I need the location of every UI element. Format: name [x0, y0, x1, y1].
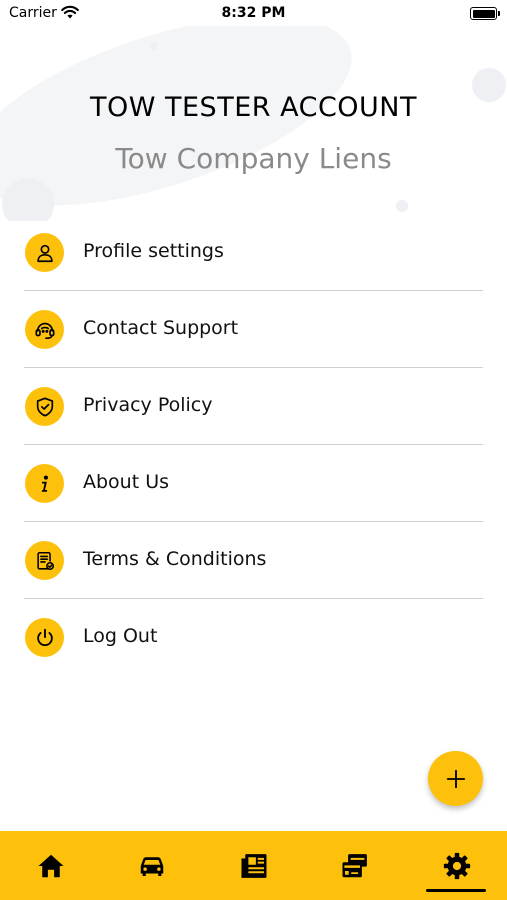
- headset-icon: [25, 310, 64, 349]
- plus-icon: [446, 769, 465, 788]
- menu-item-label: Log Out: [83, 625, 158, 647]
- header-bubble: [396, 200, 408, 212]
- tab-vehicles[interactable]: [101, 831, 202, 900]
- menu-item-label: Terms & Conditions: [83, 548, 267, 570]
- tab-payments[interactable]: [304, 831, 405, 900]
- active-tab-indicator: [426, 889, 486, 892]
- menu-item-about-us[interactable]: About Us: [24, 445, 483, 522]
- gear-icon: [443, 852, 470, 879]
- menu-item-profile-settings[interactable]: Profile settings: [24, 214, 483, 291]
- header-background-decoration: [0, 26, 374, 221]
- add-button[interactable]: [428, 751, 483, 806]
- menu-item-label: Profile settings: [83, 240, 224, 262]
- account-name: TOW TESTER ACCOUNT: [89, 92, 417, 123]
- user-icon: [25, 233, 64, 272]
- profile-header: TOW TESTER ACCOUNT Tow Company Liens: [0, 26, 507, 221]
- power-icon: [25, 618, 64, 657]
- header-bubble: [150, 42, 158, 50]
- status-bar: Carrier 8:32 PM: [0, 0, 507, 26]
- menu-item-label: Contact Support: [83, 317, 239, 339]
- bottom-tab-bar: [0, 831, 507, 900]
- payment-card-icon: [342, 853, 367, 877]
- shield-icon: [25, 387, 64, 426]
- newspaper-icon: [241, 853, 266, 878]
- info-icon: [25, 464, 64, 503]
- menu-item-terms-conditions[interactable]: Terms & Conditions: [24, 522, 483, 599]
- menu-item-contact-support[interactable]: Contact Support: [24, 291, 483, 368]
- document-icon: [25, 541, 64, 580]
- clock: 8:32 PM: [221, 5, 286, 21]
- tab-news[interactable]: [203, 831, 304, 900]
- tab-home[interactable]: [0, 831, 101, 900]
- menu-item-label: About Us: [83, 471, 170, 493]
- battery-icon: [470, 7, 500, 20]
- menu-item-log-out[interactable]: Log Out: [24, 599, 483, 676]
- home-icon: [38, 854, 63, 877]
- menu-item-label: Privacy Policy: [83, 394, 213, 416]
- menu-item-privacy-policy[interactable]: Privacy Policy: [24, 368, 483, 445]
- company-name: Tow Company Liens: [115, 142, 392, 175]
- settings-menu: Profile settings Contact Support Privacy…: [24, 214, 483, 676]
- car-icon: [140, 856, 163, 876]
